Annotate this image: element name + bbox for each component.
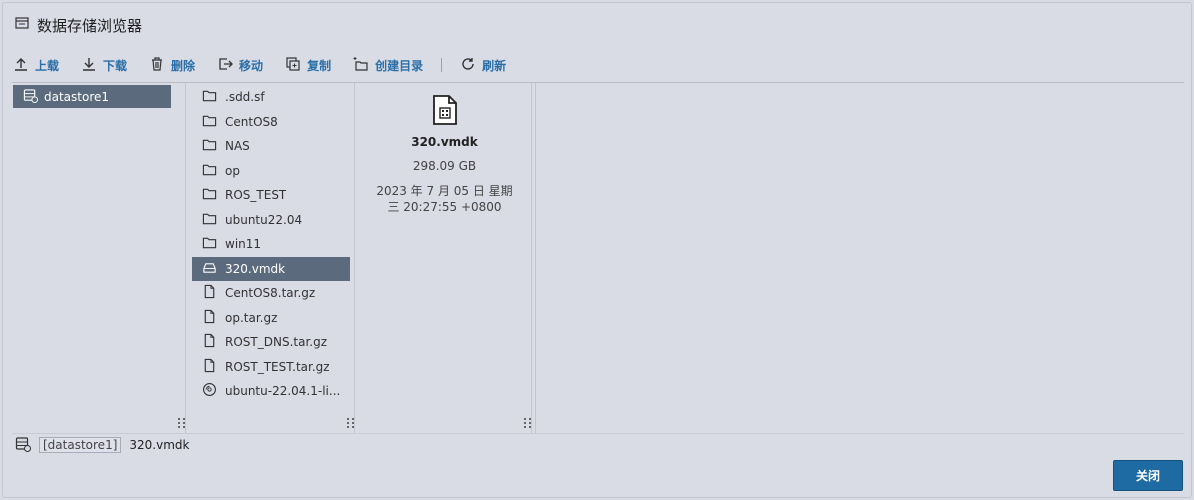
- upload-label: 上载: [35, 58, 60, 73]
- download-button[interactable]: 下载: [81, 56, 127, 75]
- path-file: 320.vmdk: [129, 438, 190, 452]
- file-list-item-label: ubuntu-22.04.1-li...: [225, 384, 341, 399]
- datastore-icon: [23, 88, 38, 106]
- toolbar-divider: [441, 58, 443, 72]
- folder-icon: [202, 88, 217, 106]
- file-size: 298.09 GB: [412, 159, 477, 173]
- copy-label: 复制: [307, 58, 332, 73]
- file-list-item-label: ROST_DNS.tar.gz: [225, 335, 327, 350]
- new-folder-icon: [353, 56, 369, 75]
- trash-icon: [149, 56, 165, 75]
- folder-icon: [202, 186, 217, 204]
- delete-label: 删除: [171, 58, 196, 73]
- folder-icon: [202, 211, 217, 229]
- file-modified-date: 2023 年 7 月 05 日 星期 三 20:27:55 +0800: [358, 183, 531, 215]
- empty-column: [535, 83, 1184, 433]
- details-column: 320.vmdk 298.09 GB 2023 年 7 月 05 日 星期 三 …: [358, 83, 532, 433]
- file-list-item-label: win11: [225, 237, 262, 252]
- file-list-item[interactable]: CentOS8: [192, 110, 350, 135]
- file-details: 320.vmdk 298.09 GB 2023 年 7 月 05 日 星期 三 …: [358, 95, 531, 215]
- toolbar: 上载 下载 删除 移动 复制 创建目录 刷新: [13, 53, 528, 77]
- file-list-item-label: ROS_TEST: [225, 188, 287, 203]
- cd-icon: [202, 382, 217, 400]
- vmdk-file-icon: [432, 95, 457, 125]
- file-list-item[interactable]: ROST_DNS.tar.gz: [192, 330, 350, 355]
- file-list-item-label: .sdd.sf: [225, 90, 265, 105]
- column-resize-handle[interactable]: [524, 417, 532, 429]
- file-list-item[interactable]: ubuntu22.04: [192, 208, 350, 233]
- datastore-icon: [15, 16, 29, 34]
- file-list-item-label: op: [225, 163, 240, 178]
- copy-icon: [285, 56, 301, 75]
- upload-icon: [13, 56, 29, 75]
- file-icon: [202, 358, 217, 376]
- close-button[interactable]: 关闭: [1113, 460, 1183, 491]
- file-list-item-label: op.tar.gz: [225, 310, 278, 325]
- datastore-item[interactable]: datastore1: [13, 85, 171, 108]
- dialog-title-bar: 数据存储浏览器: [15, 13, 142, 37]
- files-column: .sdd.sf CentOS8 NAS op ROS_TEST ubuntu22.04 wi…: [189, 83, 355, 433]
- refresh-button[interactable]: 刷新: [460, 56, 506, 75]
- file-list-item-label: ubuntu22.04: [225, 212, 303, 227]
- dialog-title: 数据存储浏览器: [37, 16, 143, 35]
- move-label: 移动: [239, 58, 264, 73]
- column-resize-handle[interactable]: [178, 417, 186, 429]
- file-icon: [202, 284, 217, 302]
- file-list-item[interactable]: .sdd.sf: [192, 85, 350, 110]
- file-icon: [202, 333, 217, 351]
- file-list-item-label: CentOS8: [225, 114, 278, 129]
- datastore-icon: [15, 436, 31, 455]
- datastore-label: datastore1: [44, 89, 110, 104]
- copy-button[interactable]: 复制: [285, 56, 331, 75]
- folder-icon: [202, 235, 217, 253]
- upload-button[interactable]: 上载: [13, 56, 59, 75]
- file-list-item-label: CentOS8.tar.gz: [225, 286, 316, 301]
- file-list: .sdd.sf CentOS8 NAS op ROS_TEST ubuntu22.04 wi…: [192, 85, 350, 404]
- create-directory-label: 创建目录: [375, 58, 424, 73]
- refresh-label: 刷新: [482, 58, 507, 73]
- download-label: 下载: [103, 58, 128, 73]
- file-list-item[interactable]: NAS: [192, 134, 350, 159]
- delete-button[interactable]: 删除: [149, 56, 195, 75]
- move-button[interactable]: 移动: [217, 56, 263, 75]
- folder-icon: [202, 113, 217, 131]
- file-list-item[interactable]: op.tar.gz: [192, 306, 350, 331]
- file-name: 320.vmdk: [411, 135, 478, 149]
- file-icon: [202, 309, 217, 327]
- move-icon: [217, 56, 233, 75]
- file-list-item[interactable]: op: [192, 159, 350, 184]
- file-date-line1: 2023 年 7 月 05 日 星期: [376, 184, 513, 198]
- datastore-browser-dialog: 数据存储浏览器 上载 下载 删除 移动 复制 创建目录 刷新 datastore…: [2, 2, 1192, 498]
- file-list-item[interactable]: ubuntu-22.04.1-li...: [192, 379, 350, 404]
- disk-icon: [202, 260, 217, 278]
- download-icon: [81, 56, 97, 75]
- file-list-item[interactable]: ROST_TEST.tar.gz: [192, 355, 350, 380]
- file-browser-columns: datastore1 .sdd.sf CentOS8 NAS op ROS_TESTub…: [12, 82, 1184, 434]
- datastore-column: datastore1: [12, 83, 186, 433]
- file-list-item[interactable]: 320.vmdk: [192, 256, 350, 281]
- folder-icon: [202, 137, 217, 155]
- file-list-item[interactable]: ROS_TEST: [192, 183, 350, 208]
- column-resize-handle[interactable]: [347, 417, 355, 429]
- file-list-item-label: ROST_TEST.tar.gz: [225, 359, 330, 374]
- file-list-item[interactable]: CentOS8.tar.gz: [192, 281, 350, 306]
- file-list-item-label: 320.vmdk: [225, 261, 286, 276]
- file-list-item[interactable]: win11: [192, 232, 350, 257]
- create-directory-button[interactable]: 创建目录: [353, 56, 423, 75]
- path-datastore: [datastore1]: [39, 437, 122, 453]
- file-list-item-label: NAS: [225, 139, 250, 154]
- folder-icon: [202, 162, 217, 180]
- refresh-icon: [460, 56, 476, 75]
- file-date-line2: 三 20:27:55 +0800: [387, 200, 502, 214]
- path-bar: [datastore1] 320.vmdk: [15, 435, 189, 455]
